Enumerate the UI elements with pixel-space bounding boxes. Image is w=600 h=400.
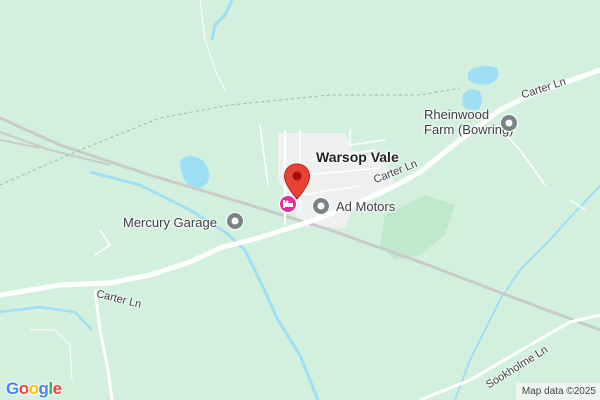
poi-pin-icon[interactable]: [499, 113, 519, 133]
poi-pin-icon[interactable]: [311, 196, 331, 216]
google-logo: Google: [6, 379, 62, 398]
poi-label-mercury-garage[interactable]: Mercury Garage: [123, 215, 217, 230]
map-canvas[interactable]: Warsop Vale Rheinwood Farm (Bowring) Ad …: [0, 0, 600, 400]
map-attribution[interactable]: Map data ©2025: [515, 383, 600, 400]
town-label[interactable]: Warsop Vale: [316, 149, 399, 165]
poi-label-ad-motors[interactable]: Ad Motors: [336, 199, 395, 214]
poi-pin-icon[interactable]: [225, 211, 245, 231]
location-marker-icon[interactable]: [283, 163, 311, 201]
